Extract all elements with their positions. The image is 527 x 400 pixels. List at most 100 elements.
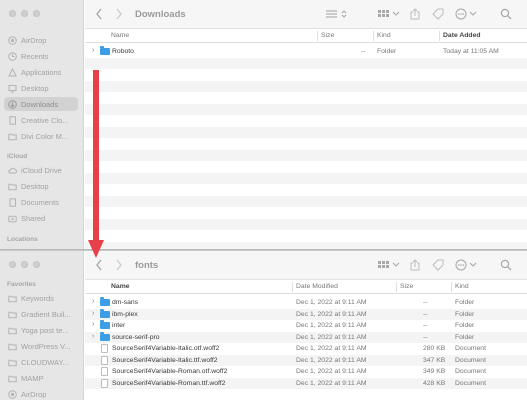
folder-icon [8,358,17,367]
back-button[interactable] [95,7,103,21]
file-date-modified: Dec 1, 2022 at 9:11 AM [296,368,367,375]
column-date-modified[interactable]: Date Modified [296,283,338,290]
share-button[interactable] [409,7,421,21]
minimize-window-button[interactable] [21,10,28,17]
more-actions-button[interactable] [455,7,479,21]
column-kind[interactable]: Kind [455,283,469,290]
clock-icon [8,51,17,61]
close-window-button[interactable] [9,10,16,17]
sidebar-item-shared[interactable]: Shared [4,211,78,225]
sidebar-item-mamp[interactable]: MAMP [4,371,78,385]
toolbar: Downloads [85,0,527,29]
empty-row [85,230,527,242]
sidebar-item-airdrop[interactable]: AirDrop [4,33,78,47]
zoom-window-button[interactable] [33,261,40,268]
sidebar-item-applications[interactable]: Applications [4,65,78,79]
column-name[interactable]: Name [111,283,130,290]
list-view-icon [326,10,347,18]
folder-icon [8,294,17,303]
file-list: › dm-sans Dec 1, 2022 at 9:11 AM -- Folder › i… [85,297,527,400]
column-size[interactable]: Size [321,32,334,39]
sidebar-section-favorites: Favorites [7,281,36,288]
column-size[interactable]: Size [400,283,413,290]
sidebar-item-creative-clo[interactable]: Creative Clo... [4,113,78,127]
table-row[interactable]: SourceSerif4Variable-Roman.otf.woff2 Dec … [85,366,527,378]
sidebar: AirDrop Recents Applications Desktop Downloa… [0,0,84,249]
sidebar-item-label: CLOUDWAY... [21,357,69,367]
file-date-modified: Dec 1, 2022 at 9:11 AM [296,333,367,341]
sidebar-item-icloud-drive[interactable]: iCloud Drive [4,163,78,177]
document-icon [101,378,108,388]
table-row[interactable]: SourceSerif4Variable-Italic.otf.woff2 Dec… [85,343,527,355]
sidebar: Favorites Keywords Gradient Buil... Yoga p… [0,251,84,400]
file-date-modified: Dec 1, 2022 at 9:11 AM [296,310,367,318]
more-actions-button[interactable] [455,258,479,272]
table-row[interactable]: › source-serif-pro Dec 1, 2022 at 9:11 AM -… [85,331,527,343]
table-row[interactable]: SourceSerif4Variable-Roman.ttf.woff2 Dec … [85,377,527,389]
file-size: -- [423,322,428,329]
empty-row [85,69,527,81]
sidebar-item-label: WordPress V... [21,341,71,351]
disclosure-triangle-icon[interactable]: › [92,298,94,305]
disclosure-triangle-icon[interactable]: › [92,333,94,340]
close-window-button[interactable] [9,261,16,268]
empty-row [85,149,527,161]
column-kind[interactable]: Kind [377,32,391,39]
sidebar-item-label: MAMP [21,373,44,383]
table-row[interactable]: › ibm-plex Dec 1, 2022 at 9:11 AM -- Folder [85,308,527,320]
empty-row [85,207,527,219]
file-name: source-serif-pro [112,333,160,341]
sidebar-item-desktop[interactable]: Desktop [4,179,78,193]
file-list: › Roboto -- Folder Today at 11:05 AM [85,46,527,249]
file-name: dm-sans [112,299,139,306]
table-row[interactable]: › Roboto -- Folder Today at 11:05 AM [85,46,527,58]
share-button[interactable] [409,258,421,272]
group-button[interactable] [377,258,401,272]
empty-row [85,115,527,127]
sidebar-item-cloudway[interactable]: CLOUDWAY... [4,355,78,369]
sidebar-item-documents[interactable]: Documents [4,195,78,209]
search-button[interactable] [499,7,513,21]
disclosure-triangle-icon[interactable]: › [92,47,94,54]
sidebar-item-label: AirDrop [21,35,47,45]
sidebar-item-yoga-post-te[interactable]: Yoga post te... [4,323,78,337]
sidebar-item-divi-color-m[interactable]: Divi Color M... [4,129,78,143]
disclosure-triangle-icon[interactable]: › [92,321,94,328]
list-view-button[interactable] [325,7,349,21]
drag-arrow-icon [88,70,104,258]
column-date-added[interactable]: Date Added [443,32,481,39]
table-row[interactable]: SourceSerif4Variable-Italic.ttf.woff2 Dec… [85,354,527,366]
sidebar-item-recents[interactable]: Recents [4,49,78,63]
file-date-modified: Dec 1, 2022 at 9:11 AM [296,379,367,387]
forward-button[interactable] [115,7,123,21]
file-date-modified: Dec 1, 2022 at 9:11 AM [296,322,367,329]
group-button[interactable] [377,7,401,21]
zoom-window-button[interactable] [33,10,40,17]
search-icon [500,8,512,20]
sidebar-item-gradient-buil[interactable]: Gradient Buil... [4,307,78,321]
table-row[interactable]: › dm-sans Dec 1, 2022 at 9:11 AM -- Folder [85,297,527,309]
back-button[interactable] [95,258,103,272]
tag-button[interactable] [431,7,445,21]
chevron-left-icon [96,259,102,271]
sidebar-item-airdrop[interactable]: AirDrop [4,387,78,400]
table-row[interactable]: › inter Dec 1, 2022 at 9:11 AM -- Folder [85,320,527,332]
sidebar-item-downloads[interactable]: Downloads [4,97,78,111]
sidebar-item-label: Gradient Buil... [21,309,71,319]
sidebar-item-label: Creative Clo... [21,115,69,125]
sidebar-item-desktop[interactable]: Desktop [4,81,78,95]
forward-button[interactable] [115,258,123,272]
minimize-window-button[interactable] [21,261,28,268]
tag-button[interactable] [431,258,445,272]
sidebar-item-wordpress-v[interactable]: WordPress V... [4,339,78,353]
sidebar-item-keywords[interactable]: Keywords [4,291,78,305]
tag-icon [432,8,444,20]
column-header: Name Date Modified Size Kind [85,280,527,294]
column-name[interactable]: Name [111,32,129,39]
search-button[interactable] [499,258,513,272]
disclosure-triangle-icon[interactable]: › [92,310,94,317]
sidebar-item-label: Yoga post te... [21,325,69,335]
chevron-left-icon [96,8,102,20]
sidebar-item-label: Applications [21,67,62,77]
file-size: 428 KB [423,379,446,387]
